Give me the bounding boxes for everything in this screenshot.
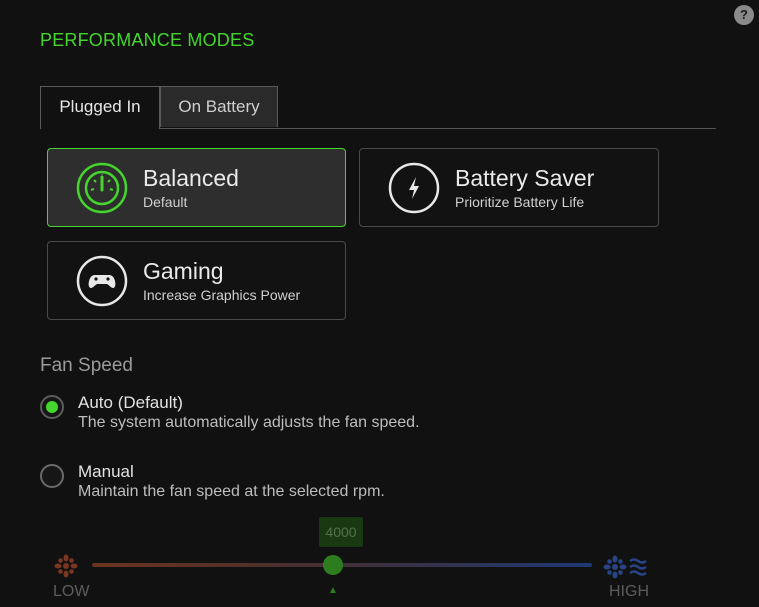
- fan-high-icon: [602, 553, 654, 581]
- fan-auto-option[interactable]: Auto (Default) The system automatically …: [40, 393, 480, 438]
- gauge-icon: [76, 162, 128, 214]
- mode-description: Default: [143, 194, 188, 210]
- mode-description: Increase Graphics Power: [143, 287, 301, 303]
- mode-name: Balanced: [143, 165, 239, 191]
- mode-card-battery-saver[interactable]: Battery Saver Prioritize Battery Life: [359, 148, 659, 227]
- slider-low-label: LOW: [53, 583, 90, 600]
- fan-low-icon: [52, 553, 80, 579]
- slider-high-label: HIGH: [609, 583, 649, 600]
- slider-value-badge: 4000: [319, 517, 363, 547]
- option-description: The system automatically adjusts the fan…: [78, 414, 420, 431]
- page-title: PERFORMANCE MODES: [40, 30, 255, 50]
- mode-card-gaming[interactable]: Gaming Increase Graphics Power: [47, 241, 346, 320]
- help-icon[interactable]: ?: [734, 5, 754, 25]
- mode-name: Battery Saver: [455, 165, 595, 191]
- tab-plugged-in[interactable]: Plugged In: [40, 86, 160, 129]
- mode-name: Gaming: [143, 258, 224, 284]
- mode-card-balanced[interactable]: Balanced Default: [47, 148, 346, 227]
- performance-modes-panel: ? PERFORMANCE MODES Plugged In On Batter…: [0, 0, 759, 607]
- manual-radio[interactable]: [40, 464, 64, 488]
- tab-on-battery[interactable]: On Battery: [160, 86, 278, 127]
- option-label: Manual: [78, 462, 134, 481]
- fan-speed-label: Fan Speed: [40, 355, 133, 376]
- mode-description: Prioritize Battery Life: [455, 194, 585, 210]
- lightning-icon: [388, 162, 440, 214]
- slider-caret-icon: ▲: [328, 585, 338, 596]
- option-description: Maintain the fan speed at the selected r…: [78, 483, 385, 500]
- slider-thumb[interactable]: [323, 555, 343, 575]
- gamepad-icon: [76, 255, 128, 307]
- auto-radio[interactable]: [40, 395, 64, 419]
- option-label: Auto (Default): [78, 393, 183, 412]
- fan-manual-option[interactable]: Manual Maintain the fan speed at the sel…: [40, 462, 480, 507]
- fan-speed-slider: 4000 ▲ LOW HIGH: [40, 515, 660, 607]
- power-source-tabs: Plugged In On Battery: [40, 86, 716, 129]
